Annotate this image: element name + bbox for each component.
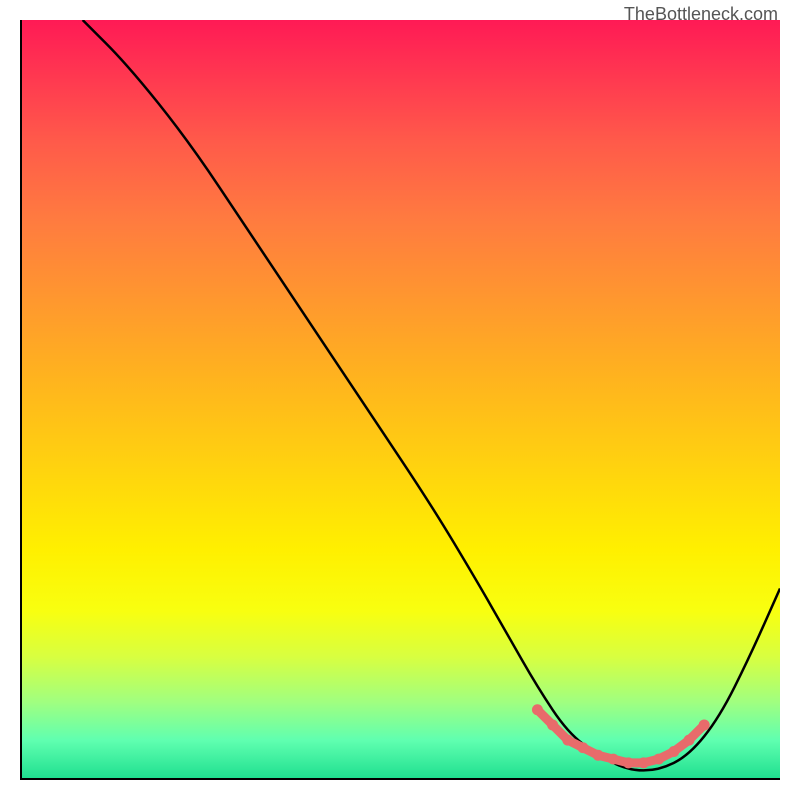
marker-connector <box>537 710 704 763</box>
marker-dot <box>608 754 619 765</box>
main-curve <box>83 20 780 770</box>
marker-dot <box>638 757 649 768</box>
chart-container: TheBottleneck.com <box>0 0 800 800</box>
marker-dot <box>668 746 679 757</box>
marker-dot <box>577 742 588 753</box>
marker-dot <box>699 719 710 730</box>
marker-dot <box>532 704 543 715</box>
chart-svg <box>22 20 780 778</box>
marker-dot <box>562 735 573 746</box>
marker-dot <box>684 735 695 746</box>
marker-dot <box>623 757 634 768</box>
marker-dot <box>547 719 558 730</box>
plot-area <box>20 20 780 780</box>
marker-dot <box>653 754 664 765</box>
marker-dot <box>593 750 604 761</box>
